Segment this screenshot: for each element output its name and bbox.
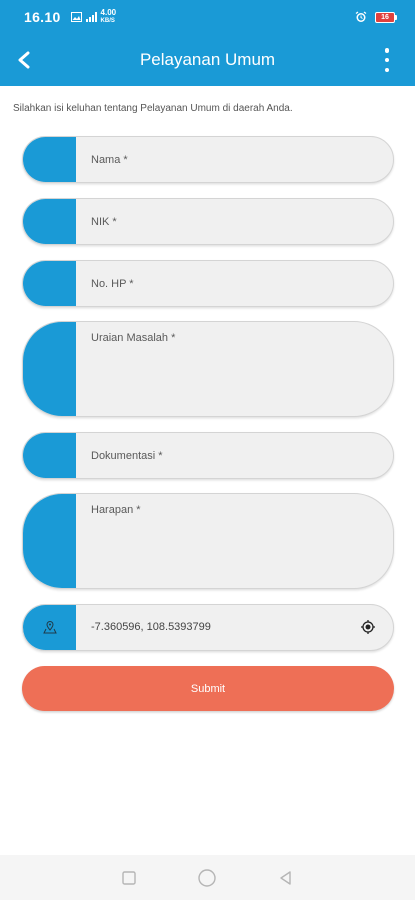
field-accent [23,494,76,588]
dokumentasi-input[interactable] [91,434,377,478]
nik-input[interactable] [91,200,377,244]
system-nav-bar [0,855,415,900]
form-intro: Silahkan isi keluhan tentang Pelayanan U… [13,103,293,114]
field-accent [23,322,76,416]
field-accent [23,137,76,182]
uraian-masalah-input[interactable] [91,332,377,406]
home-button[interactable] [196,867,218,889]
field-accent [23,605,76,650]
status-time: 16.10 [24,9,61,25]
location-field: -7.360596, 108.5393799 [22,604,394,651]
back-arrow-icon [18,51,30,69]
status-bar: 16.10 4.00 KB/S 16 [0,0,415,34]
status-icons: 4.00 KB/S [70,9,117,25]
submit-button[interactable]: Submit [22,666,394,711]
uraian-masalah-field [22,321,394,417]
no-hp-input[interactable] [91,262,377,306]
speed-indicator: 4.00 KB/S [101,9,117,25]
home-icon [198,868,217,887]
recent-apps-button[interactable] [118,867,140,889]
back-icon [280,870,291,885]
nama-input[interactable] [91,138,377,182]
page-title: Pelayanan Umum [139,50,276,69]
recent-apps-icon [122,870,136,885]
nama-field [22,136,394,183]
no-hp-field [22,260,394,307]
field-accent [23,199,76,244]
more-options-button[interactable] [381,48,393,72]
battery-icon: 16 [375,11,397,23]
field-accent [23,433,76,478]
dokumentasi-field [22,432,394,479]
speed-value: 4.00 [100,8,117,17]
more-vertical-icon [384,48,390,53]
field-accent [23,261,76,306]
back-nav-button[interactable] [275,867,297,889]
harapan-input[interactable] [91,504,377,578]
battery-level: 16 [375,11,395,23]
back-button[interactable] [6,42,42,78]
nik-field [22,198,394,245]
status-right: 16 [355,11,397,23]
alarm-icon [355,11,367,22]
signal-icon [85,12,97,22]
harapan-field [22,493,394,589]
app-bar: Pelayanan Umum [0,34,415,86]
gps-target-icon[interactable] [361,620,375,634]
location-value: -7.360596, 108.5393799 [91,621,211,633]
speed-unit: KB/S [100,18,115,24]
status-left: 16.10 4.00 KB/S [24,9,117,26]
gallery-icon [70,12,82,22]
map-location-icon [43,621,57,634]
